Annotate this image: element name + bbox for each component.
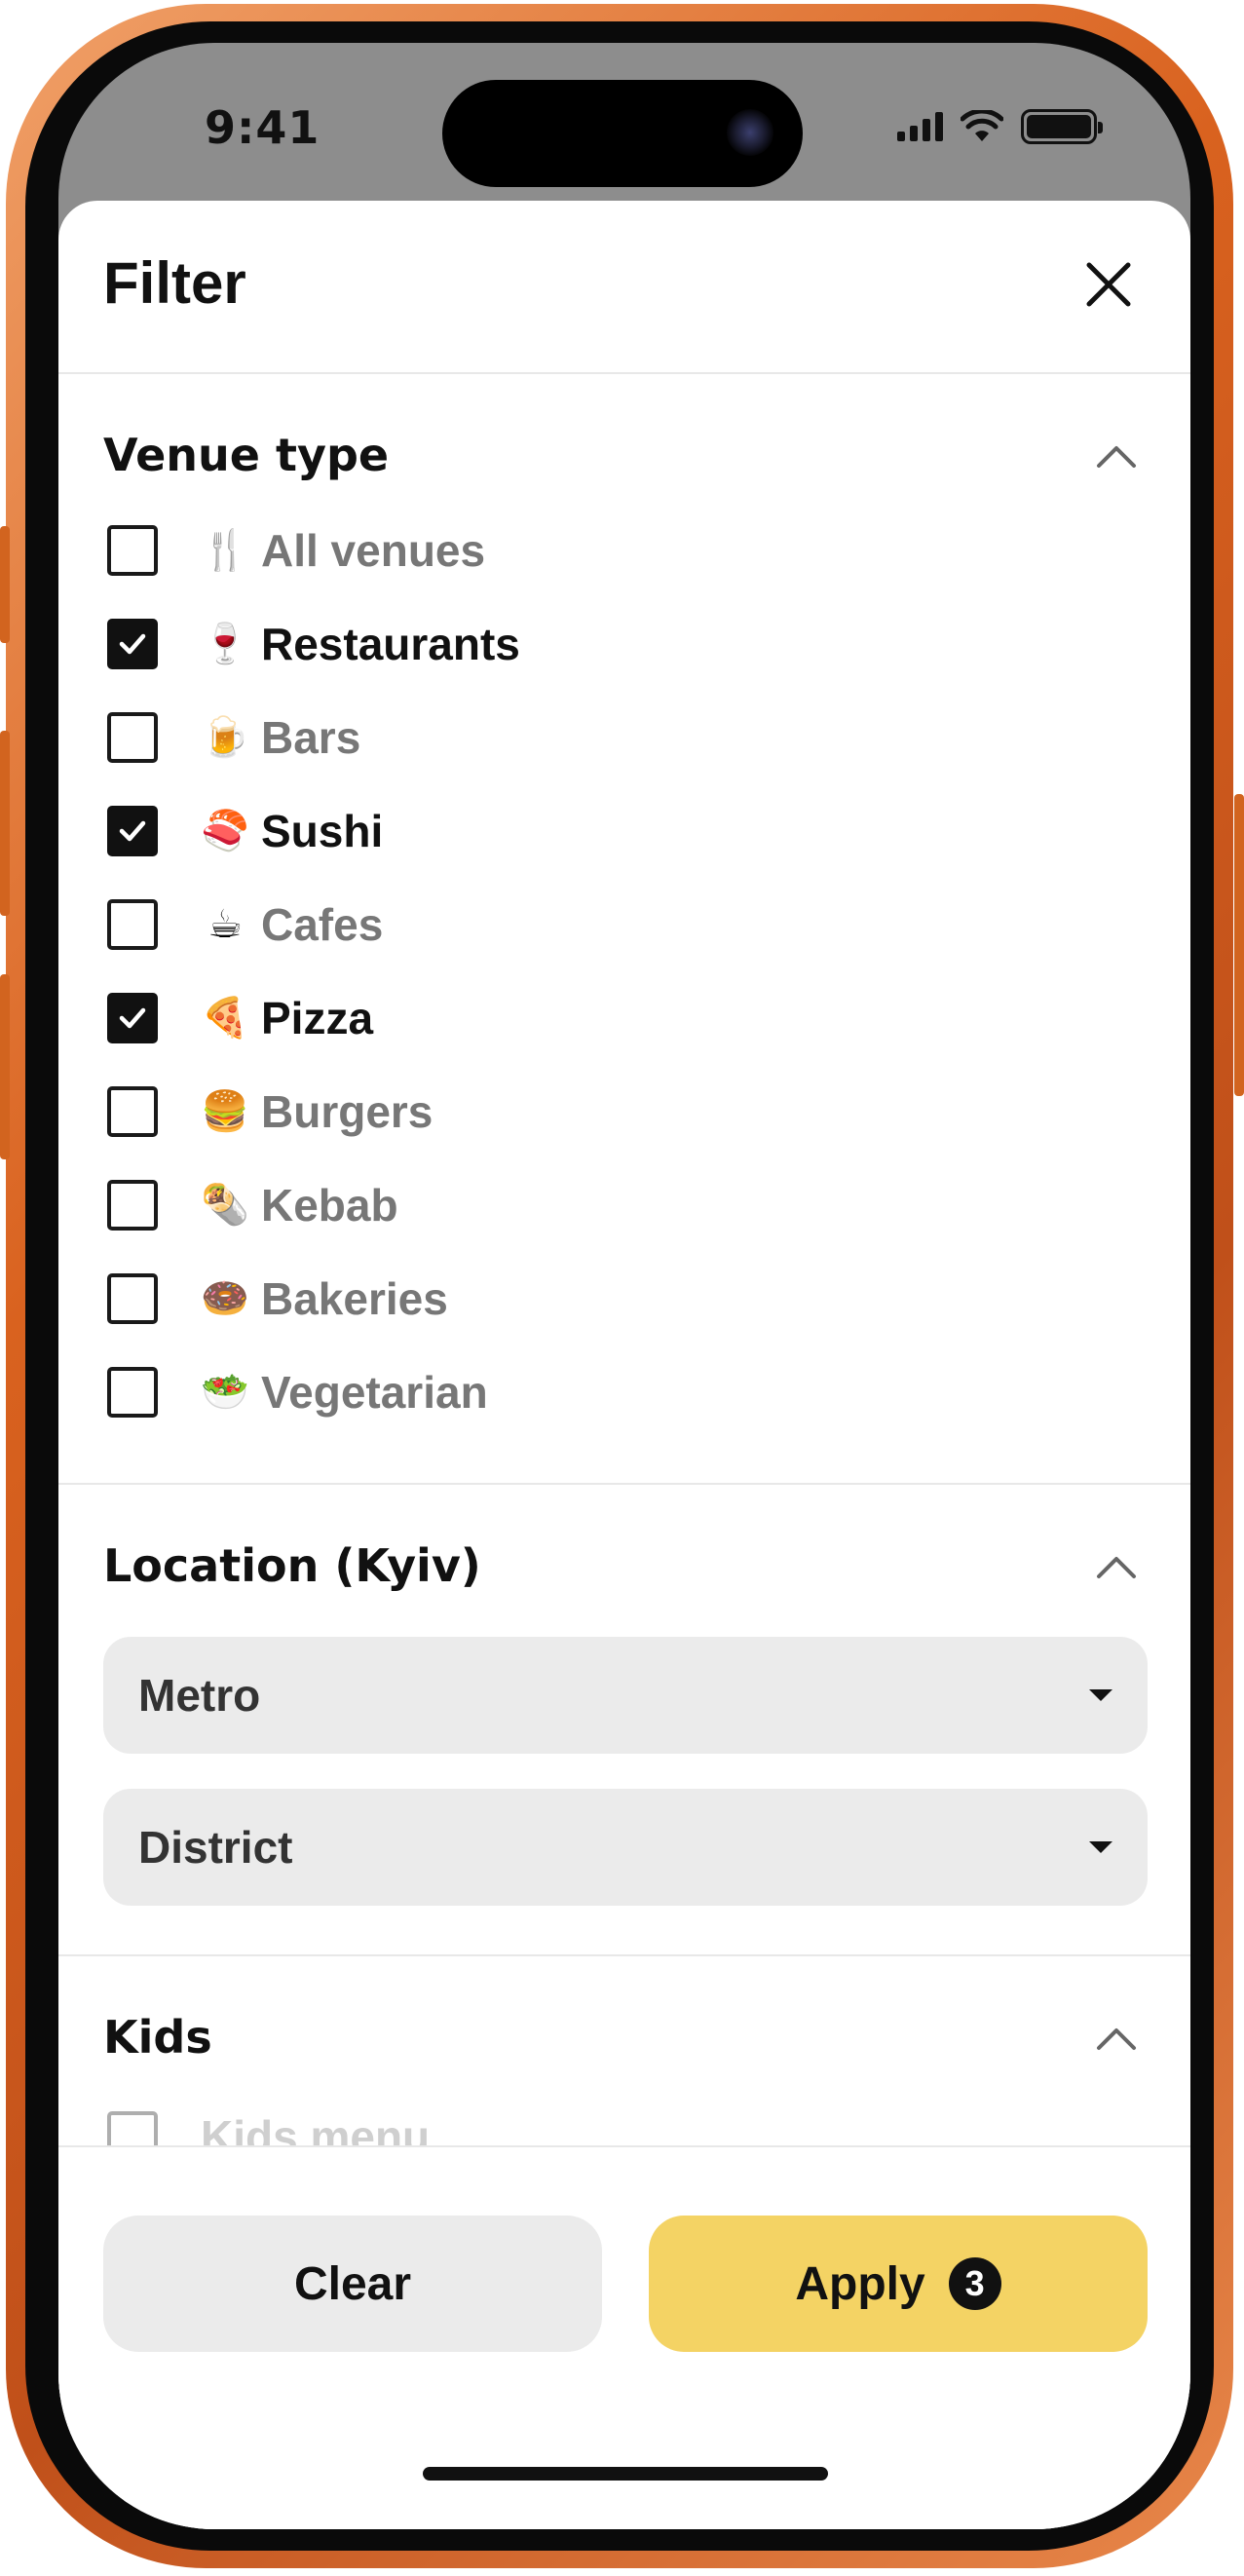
chevron-up-icon[interactable] — [1091, 1543, 1142, 1594]
section-title-location: Location (Kyiv) — [103, 1539, 481, 1592]
venue-option-vegetarian[interactable]: 🥗 Vegetarian — [107, 1358, 488, 1426]
section-title-kids: Kids — [103, 2011, 212, 2064]
venue-emoji-icon: 🍕 — [201, 996, 249, 1041]
venue-option-burgers[interactable]: 🍔 Burgers — [107, 1078, 433, 1146]
cellular-signal-icon — [897, 112, 943, 141]
venue-emoji-icon: 🍩 — [201, 1276, 249, 1321]
page-title: Filter — [103, 250, 246, 316]
checkbox[interactable] — [107, 525, 158, 576]
chevron-up-icon[interactable] — [1091, 433, 1142, 483]
status-icons — [897, 109, 1103, 144]
venue-option-cafes[interactable]: ☕ Cafes — [107, 890, 383, 959]
venue-option-sushi[interactable]: 🍣 Sushi — [107, 797, 383, 865]
district-dropdown[interactable]: District — [103, 1789, 1148, 1906]
apply-button[interactable]: Apply 3 — [649, 2216, 1148, 2352]
checkbox-checked[interactable] — [107, 806, 158, 856]
district-dropdown-label: District — [138, 1822, 293, 1873]
close-icon[interactable] — [1079, 255, 1138, 314]
option-label: Sushi — [261, 806, 384, 856]
venue-emoji-icon: 🍺 — [201, 715, 249, 760]
phone-side-button — [0, 974, 10, 1159]
option-label: Vegetarian — [261, 1367, 488, 1418]
checkbox[interactable] — [107, 1086, 158, 1137]
dynamic-island — [442, 80, 803, 187]
checkmark-icon — [119, 1007, 146, 1029]
venue-option-bars[interactable]: 🍺 Bars — [107, 703, 360, 772]
checkbox-checked[interactable] — [107, 993, 158, 1043]
option-label: Restaurants — [261, 619, 520, 669]
status-time: 9:41 — [205, 101, 320, 154]
option-label: Burgers — [261, 1086, 434, 1137]
phone-side-button — [0, 731, 10, 916]
checkbox[interactable] — [107, 1273, 158, 1324]
checkbox[interactable] — [107, 1367, 158, 1418]
checkmark-icon — [119, 633, 146, 655]
option-label: Pizza — [261, 993, 374, 1043]
apply-button-label: Apply — [795, 2257, 925, 2310]
battery-icon — [1021, 109, 1103, 144]
option-label: Bakeries — [261, 1273, 448, 1324]
sheet-header: Filter — [58, 201, 1190, 374]
venue-emoji-icon: 🌯 — [201, 1183, 249, 1228]
venue-option-all-venues[interactable]: 🍴 All venues — [107, 516, 485, 585]
chevron-up-icon[interactable] — [1091, 2015, 1142, 2065]
venue-emoji-icon: 🍷 — [201, 622, 249, 666]
wifi-icon — [961, 110, 1003, 141]
caret-down-icon — [1089, 1689, 1112, 1701]
metro-dropdown-label: Metro — [138, 1670, 261, 1721]
caret-down-icon — [1089, 1841, 1112, 1853]
phone-screen: 9:41 Filter Venue type 🍴 All venues 🍷 Re… — [58, 43, 1190, 2529]
option-label: All venues — [261, 525, 486, 576]
sheet-footer: Clear Apply 3 — [58, 2145, 1190, 2529]
venue-emoji-icon: 🍔 — [201, 1089, 249, 1134]
venue-option-kebab[interactable]: 🌯 Kebab — [107, 1171, 398, 1239]
venue-emoji-icon: ☕ — [207, 902, 243, 947]
home-indicator[interactable] — [423, 2467, 828, 2481]
phone-side-button — [0, 526, 10, 643]
filter-sheet: Filter Venue type 🍴 All venues 🍷 Restaurant… — [58, 201, 1190, 2529]
checkbox[interactable] — [107, 899, 158, 950]
venue-option-bakeries[interactable]: 🍩 Bakeries — [107, 1265, 448, 1333]
clear-button[interactable]: Clear — [103, 2216, 602, 2352]
checkbox-checked[interactable] — [107, 619, 158, 669]
camera-icon — [727, 109, 773, 156]
option-label: Kebab — [261, 1180, 398, 1231]
option-label: Bars — [261, 712, 361, 763]
venue-emoji-icon: 🍴 — [201, 528, 249, 573]
checkbox[interactable] — [107, 712, 158, 763]
venue-emoji-icon: 🍣 — [201, 809, 249, 853]
checkmark-icon — [119, 820, 146, 842]
clear-button-label: Clear — [293, 2257, 412, 2310]
checkbox[interactable] — [107, 1180, 158, 1231]
option-label: Cafes — [261, 899, 384, 950]
venue-type-section: Venue type 🍴 All venues 🍷 Restaurants 🍺 Bars 🍣… — [58, 374, 1190, 1485]
venue-emoji-icon: 🥗 — [201, 1370, 249, 1415]
selected-count-badge: 3 — [948, 2257, 1001, 2310]
venue-option-restaurants[interactable]: 🍷 Restaurants — [107, 610, 520, 678]
venue-option-pizza[interactable]: 🍕 Pizza — [107, 984, 373, 1052]
section-title-venue-type: Venue type — [103, 429, 390, 481]
phone-side-button — [1234, 794, 1244, 1096]
location-section: Location (Kyiv) Metro District — [58, 1485, 1190, 1956]
metro-dropdown[interactable]: Metro — [103, 1637, 1148, 1754]
